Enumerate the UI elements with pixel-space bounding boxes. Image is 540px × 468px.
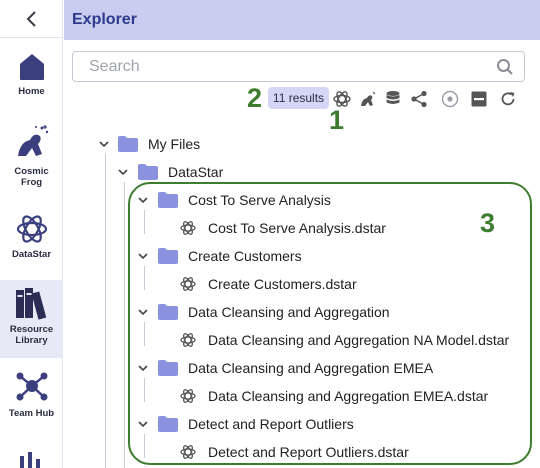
tree-node-datastar[interactable]: DataStar	[117, 161, 417, 183]
share-button[interactable]	[409, 89, 429, 109]
rail-label-cosmic-frog: Cosmic Frog	[14, 166, 49, 188]
target-button[interactable]	[440, 89, 460, 109]
team-hub-icon	[16, 372, 47, 401]
collapse-all-button[interactable]	[469, 89, 489, 109]
minus-box-icon	[471, 91, 487, 107]
rail-item-home[interactable]: Home	[0, 50, 63, 105]
refresh-icon	[501, 92, 515, 106]
rail-item-team-hub[interactable]: Team Hub	[0, 368, 63, 426]
rail-label-team-hub: Team Hub	[8, 408, 55, 419]
rail-item-datastar[interactable]: DataStar	[0, 213, 63, 271]
search-icon[interactable]	[496, 58, 514, 76]
explorer-header: Explorer	[64, 0, 540, 40]
home-icon	[19, 54, 44, 80]
share-icon	[411, 90, 427, 108]
chevron-left-icon	[26, 10, 36, 27]
chevron-down-icon[interactable]	[117, 166, 129, 178]
rail-item-resource-library[interactable]: Resource Library	[0, 280, 63, 358]
chevron-down-icon[interactable]	[98, 138, 110, 150]
explorer-title: Explorer	[72, 11, 137, 28]
tree-guide-datastar	[124, 182, 125, 468]
annotation-number-3: 3	[480, 208, 496, 238]
datastar-icon	[16, 215, 47, 243]
tree-label-my-files: My Files	[148, 136, 201, 152]
search-box	[72, 51, 525, 82]
left-rail: Home Cosmic Frog DataStar Resource Libra…	[0, 0, 63, 468]
rail-label-home: Home	[18, 86, 45, 97]
rail-label-resource-library: Resource Library	[9, 324, 54, 346]
search-input[interactable]	[89, 57, 489, 77]
cosmic-frog-filter-icon	[361, 91, 376, 106]
database-icon	[386, 91, 400, 104]
resource-library-icon	[15, 288, 46, 320]
tree-label-datastar: DataStar	[168, 164, 224, 180]
tree-guide-root	[105, 154, 106, 468]
collapse-button[interactable]	[0, 0, 63, 38]
rail-item-cosmic-frog[interactable]: Cosmic Frog	[0, 122, 63, 190]
cosmic-frog-filter-button[interactable]	[358, 89, 378, 109]
tree-node-my-files[interactable]: My Files	[98, 133, 398, 155]
annotation-number-1: 1	[329, 105, 345, 135]
results-count-badge: 11 results	[268, 87, 329, 109]
folder-icon	[118, 136, 138, 152]
database-filter-button[interactable]	[383, 89, 403, 109]
rail-item-analytics[interactable]	[0, 450, 63, 468]
annotation-number-2: 2	[247, 83, 263, 113]
refresh-button[interactable]	[498, 89, 518, 109]
rail-label-datastar: DataStar	[11, 249, 52, 260]
folder-icon	[138, 164, 158, 180]
annotation-highlight-box	[128, 182, 532, 465]
cosmic-frog-icon	[17, 125, 48, 156]
radio-target-icon	[441, 90, 459, 108]
bar-chart-icon	[19, 452, 40, 468]
results-count: 11 results	[272, 91, 325, 105]
